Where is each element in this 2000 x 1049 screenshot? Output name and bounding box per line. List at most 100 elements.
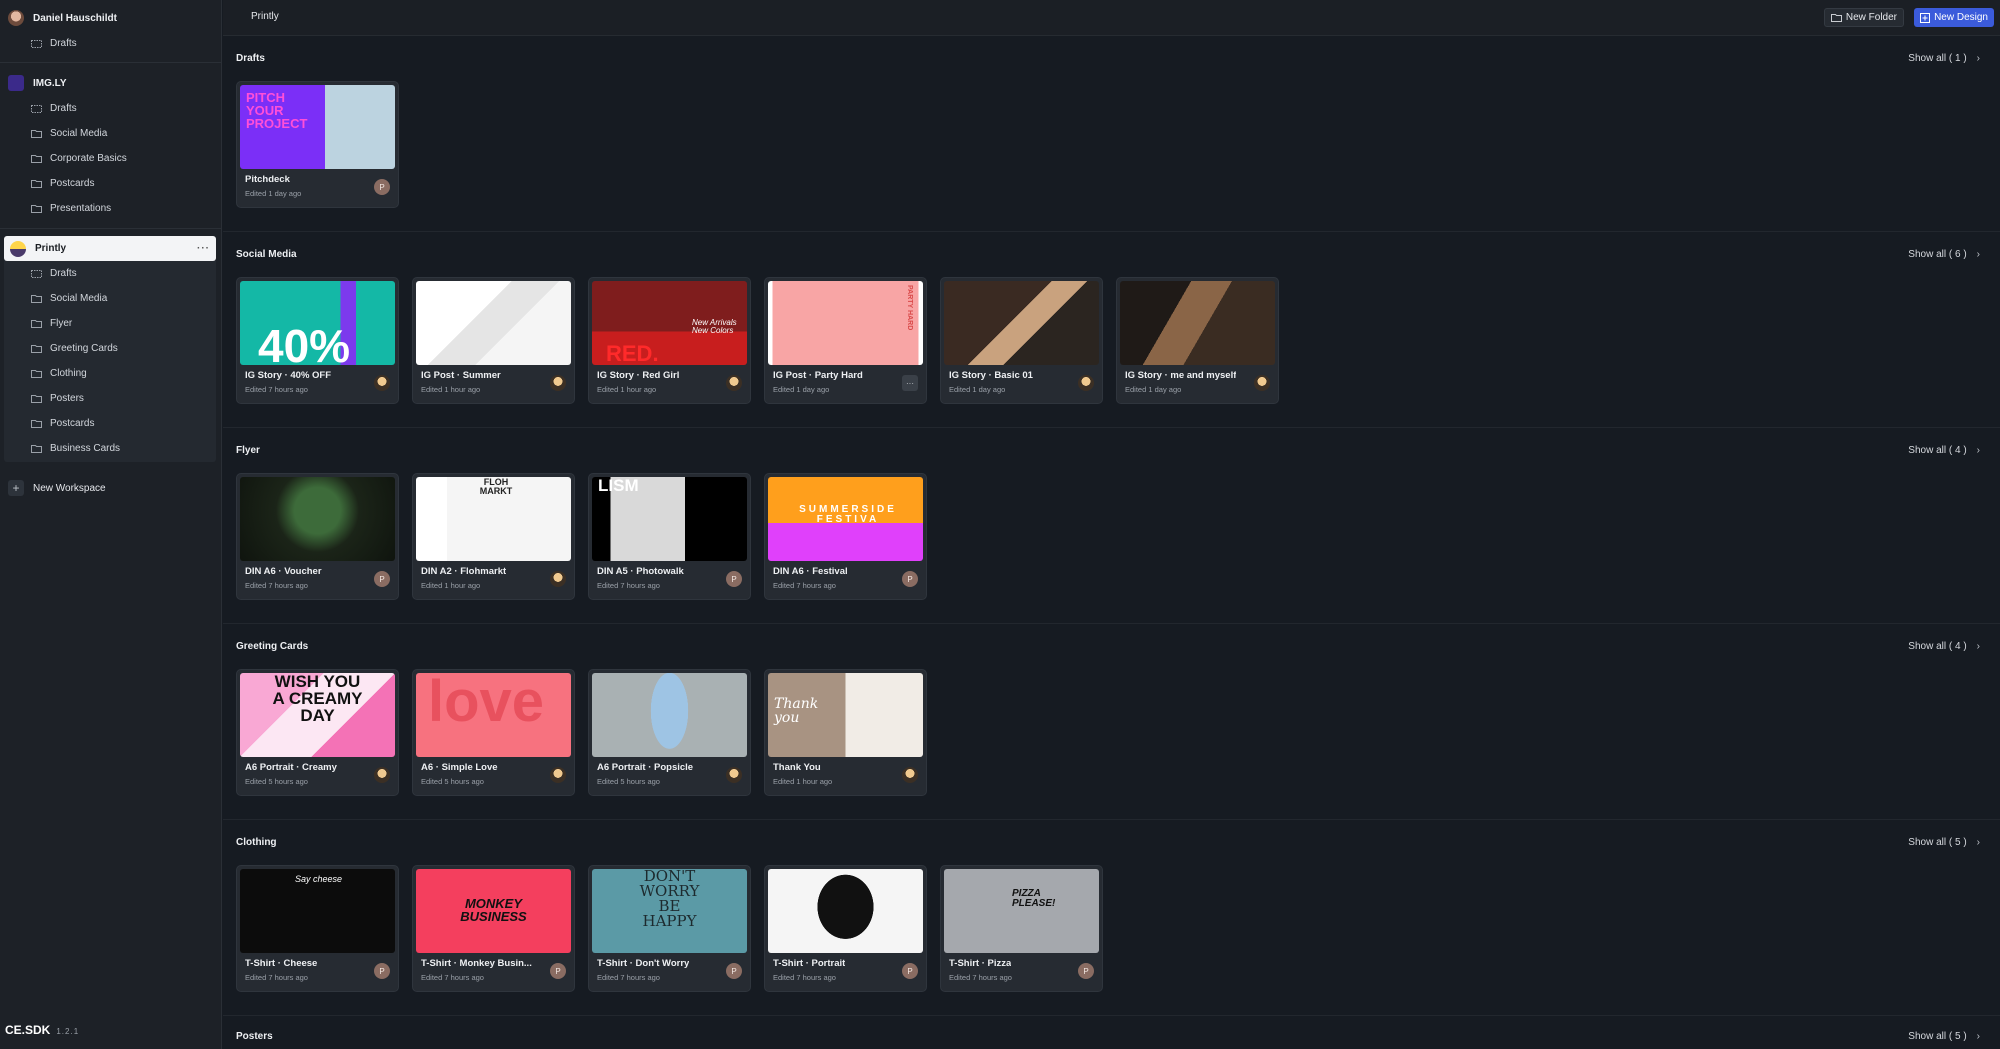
- card-edited-time: Edited 7 hours ago: [245, 385, 308, 394]
- design-card[interactable]: love A6 · Simple Love Edited 5 hours ago: [412, 669, 575, 796]
- thumbnail-text: Thank you: [774, 696, 819, 726]
- sidebar-item-label: Drafts: [50, 102, 77, 114]
- card-title: DIN A2 · Flohmarkt: [421, 566, 507, 577]
- design-card[interactable]: DON'T WORRY BE HAPPY T-Shirt · Don't Wor…: [588, 865, 751, 992]
- card-title: DIN A5 · Photowalk: [597, 566, 684, 577]
- design-card[interactable]: LISM DIN A5 · Photowalk Edited 7 hours a…: [588, 473, 751, 600]
- card-options-icon[interactable]: ···: [902, 375, 918, 391]
- chevron-right-icon: ›: [1976, 249, 1980, 260]
- design-card[interactable]: IG Post · Summer Edited 1 hour ago: [412, 277, 575, 404]
- card-edited-time: Edited 1 hour ago: [597, 385, 657, 394]
- sidebar-item-printly-social-media[interactable]: Social Media: [31, 289, 107, 307]
- new-design-label: New Design: [1934, 12, 1988, 23]
- show-all-label: Show all ( 1 ): [1908, 53, 1967, 64]
- card-title: T-Shirt · Portrait: [773, 958, 846, 969]
- sidebar-item-label: Postcards: [50, 177, 95, 189]
- card-title: T-Shirt · Don't Worry: [597, 958, 690, 969]
- card-edited-time: Edited 7 hours ago: [773, 581, 836, 590]
- thumbnail-text: PARTY HARD: [906, 285, 913, 331]
- sidebar-item-printly-flyer[interactable]: Flyer: [31, 314, 72, 332]
- printly-workspace-header[interactable]: Printly ···: [4, 236, 216, 261]
- section-social-media: Social Media Show all ( 6 ) › 40% IG Stor…: [223, 232, 2000, 428]
- sidebar-item-printly-clothing[interactable]: Clothing: [31, 364, 87, 382]
- card-thumbnail: RED. New Arrivals New Colors: [592, 281, 747, 365]
- sidebar-item-label: Social Media: [50, 292, 108, 304]
- card-thumbnail: 40%: [240, 281, 395, 365]
- sidebar-item-imgly-postcards[interactable]: Postcards: [31, 174, 94, 192]
- imgly-workspace-header[interactable]: IMG.LY: [8, 72, 67, 94]
- design-card[interactable]: IG Story · Basic 01 Edited 1 day ago: [940, 277, 1103, 404]
- section-flyer: Flyer Show all ( 4 ) › DIN A6 · Voucher E…: [223, 428, 2000, 624]
- user-workspace-header[interactable]: Daniel Hauschildt: [8, 7, 117, 29]
- show-all-link[interactable]: Show all ( 5 ) ›: [1908, 837, 1980, 848]
- sidebar-item-imgly-corporate-basics[interactable]: Corporate Basics: [31, 149, 127, 167]
- card-title: IG Post · Party Hard: [773, 370, 863, 381]
- design-card[interactable]: T-Shirt · Portrait Edited 7 hours ago P: [764, 865, 927, 992]
- sidebar-item-printly-posters[interactable]: Posters: [31, 389, 84, 407]
- drafts-folder-icon: [31, 104, 42, 113]
- design-card[interactable]: FLOH MARKT DIN A2 · Flohmarkt Edited 1 h…: [412, 473, 575, 600]
- app-root: Daniel Hauschildt Drafts IMG.LY Drafts S…: [0, 0, 2000, 1049]
- design-card[interactable]: Say cheese T-Shirt · Cheese Edited 7 hou…: [236, 865, 399, 992]
- sidebar-item-imgly-presentations[interactable]: Presentations: [31, 199, 111, 217]
- sidebar-item-label: Social Media: [50, 127, 108, 139]
- show-all-link[interactable]: Show all ( 5 ) ›: [1908, 1031, 1980, 1042]
- design-card[interactable]: DIN A6 · Voucher Edited 7 hours ago P: [236, 473, 399, 600]
- folder-icon: [31, 419, 42, 428]
- card-title: IG Story · Red Girl: [597, 370, 680, 381]
- section-title: Posters: [236, 1031, 273, 1042]
- card-thumbnail: LISM: [592, 477, 747, 561]
- show-all-link[interactable]: Show all ( 4 ) ›: [1908, 641, 1980, 652]
- design-card[interactable]: PARTY HARD IG Post · Party Hard Edited 1…: [764, 277, 927, 404]
- card-edited-time: Edited 7 hours ago: [773, 973, 836, 982]
- card-edited-time: Edited 1 hour ago: [773, 777, 833, 786]
- design-card[interactable]: WISH YOU A CREAMY DAY A6 Portrait · Crea…: [236, 669, 399, 796]
- sidebar-item-printly-greeting-cards[interactable]: Greeting Cards: [31, 339, 118, 357]
- design-card[interactable]: IG Story · me and myself Edited 1 day ag…: [1116, 277, 1279, 404]
- new-folder-button[interactable]: New Folder: [1823, 8, 1904, 27]
- section-drafts: Drafts Show all ( 1 ) › PITCH YOUR PROJEC…: [223, 36, 2000, 232]
- card-thumbnail: PARTY HARD: [768, 281, 923, 365]
- folder-icon: [31, 369, 42, 378]
- thumbnail-text: FLOH MARKT: [479, 477, 513, 496]
- card-thumbnail: [240, 477, 395, 561]
- sidebar-item-imgly-drafts[interactable]: Drafts: [31, 99, 77, 117]
- show-all-link[interactable]: Show all ( 6 ) ›: [1908, 249, 1980, 260]
- section-title: Social Media: [236, 249, 297, 260]
- card-thumbnail: Thank you: [768, 673, 923, 757]
- sidebar-item-user-drafts[interactable]: Drafts: [31, 34, 77, 52]
- thumbnail-text: love: [428, 673, 545, 734]
- sidebar-item-printly-drafts[interactable]: Drafts: [31, 264, 77, 282]
- show-all-label: Show all ( 5 ): [1908, 837, 1967, 848]
- design-card[interactable]: MONKEY BUSINESS T-Shirt · Monkey Busin..…: [412, 865, 575, 992]
- sidebar-item-imgly-social-media[interactable]: Social Media: [31, 124, 107, 142]
- design-card[interactable]: A6 Portrait · Popsicle Edited 5 hours ag…: [588, 669, 751, 796]
- folder-icon: [31, 394, 42, 403]
- workspace-options-icon[interactable]: ···: [197, 243, 210, 254]
- card-title: T-Shirt · Pizza: [949, 958, 1012, 969]
- sidebar-item-printly-business-cards[interactable]: Business Cards: [31, 439, 120, 457]
- section-title: Flyer: [236, 445, 260, 456]
- show-all-link[interactable]: Show all ( 1 ) ›: [1908, 53, 1980, 64]
- card-thumbnail: love: [416, 673, 571, 757]
- design-card[interactable]: SUMMERSIDE FESTIVA DIN A6 · Festival Edi…: [764, 473, 927, 600]
- card-edited-time: Edited 1 day ago: [773, 385, 830, 394]
- sidebar-item-printly-postcards[interactable]: Postcards: [31, 414, 94, 432]
- design-card[interactable]: PITCH YOUR PROJECT Pitchdeck Edited 1 da…: [236, 81, 399, 208]
- show-all-link[interactable]: Show all ( 4 ) ›: [1908, 445, 1980, 456]
- design-card[interactable]: PIZZA PLEASE! T-Shirt · Pizza Edited 7 h…: [940, 865, 1103, 992]
- new-workspace-button[interactable]: + New Workspace: [8, 480, 106, 496]
- owner-avatar: [902, 767, 918, 783]
- card-thumbnail: Say cheese: [240, 869, 395, 953]
- owner-avatar: P: [374, 571, 390, 587]
- owner-avatar: P: [374, 963, 390, 979]
- design-card[interactable]: RED. New Arrivals New Colors IG Story · …: [588, 277, 751, 404]
- new-design-button[interactable]: New Design: [1914, 8, 1994, 27]
- card-edited-time: Edited 7 hours ago: [245, 973, 308, 982]
- card-title: IG Story · Basic 01: [949, 370, 1033, 381]
- design-card[interactable]: Thank you Thank You Edited 1 hour ago: [764, 669, 927, 796]
- owner-avatar: P: [726, 963, 742, 979]
- sidebar-item-label: Drafts: [50, 37, 77, 49]
- thumbnail-text: LISM: [598, 477, 639, 495]
- design-card[interactable]: 40% IG Story · 40% OFF Edited 7 hours ag…: [236, 277, 399, 404]
